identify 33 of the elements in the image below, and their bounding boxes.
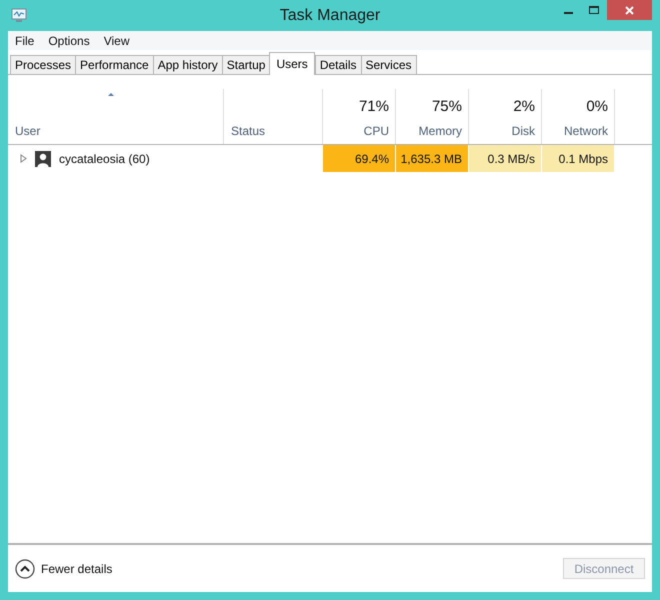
column-header[interactable]: Memory [418, 122, 462, 140]
menu-item[interactable]: Options [48, 32, 90, 50]
monitor-icon [10, 8, 28, 23]
column-header[interactable]: Network [564, 122, 608, 140]
menu-item[interactable]: View [104, 32, 130, 50]
table-cell: 0.3 MB/s [469, 145, 542, 172]
column-summary: 75% [432, 96, 462, 116]
fewer-details-link[interactable]: Fewer details [41, 560, 112, 578]
column-summary: 71% [358, 96, 389, 116]
table-cell: 1,635.3 MB [396, 145, 469, 172]
menu-item[interactable]: File [15, 32, 34, 50]
close-button[interactable] [607, 0, 652, 20]
tab[interactable]: Users [269, 52, 315, 75]
column-header[interactable]: CPU [364, 122, 389, 140]
collapse-icon[interactable] [15, 558, 35, 578]
window-title: Task Manager [280, 6, 380, 26]
table-cell: 0.1 Mbps [542, 145, 615, 172]
tab[interactable]: Performance [75, 55, 154, 74]
column-summary: 0% [586, 96, 608, 116]
tab[interactable]: Details [314, 55, 362, 74]
column-summary: 2% [513, 96, 535, 116]
tab[interactable]: Startup [222, 55, 270, 74]
column-header[interactable]: Status [231, 122, 322, 140]
column-header[interactable]: User [15, 122, 223, 140]
column-header[interactable]: Disk [512, 122, 535, 140]
tab[interactable]: App history [152, 55, 223, 74]
expand-arrow-icon[interactable] [20, 154, 27, 163]
tab[interactable]: Services [360, 55, 417, 74]
close-icon[interactable] [625, 6, 634, 14]
tab[interactable]: Processes [10, 55, 76, 74]
user-name: cycataleosia (60) [59, 150, 150, 168]
table-cell: 69.4% [323, 145, 396, 172]
user-avatar-icon [35, 150, 51, 166]
